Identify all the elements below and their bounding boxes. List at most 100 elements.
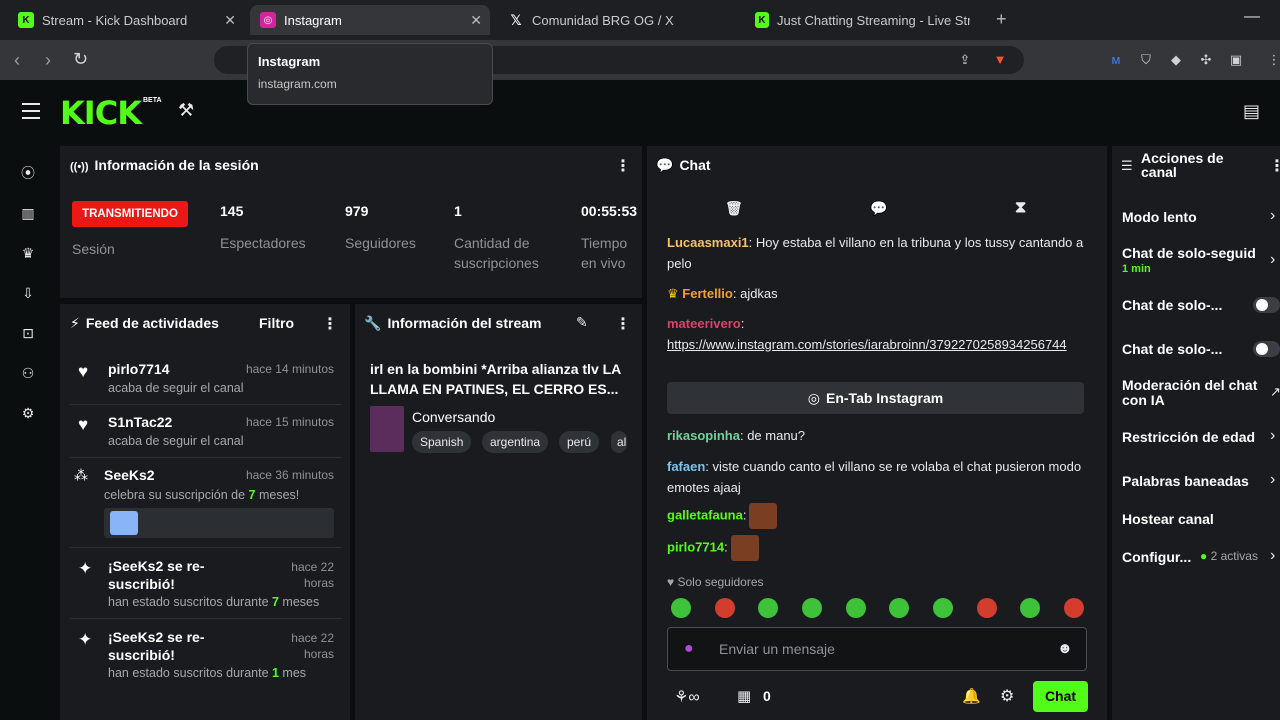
camera-icon[interactable]: ⊡: [19, 324, 37, 342]
followers-only-notice: ♥ Solo seguidores: [667, 575, 764, 589]
new-tab-icon[interactable]: +: [996, 9, 1007, 30]
brave-shield-icon[interactable]: ▼: [992, 52, 1008, 68]
chat-username[interactable]: Lucaasmaxi1: [667, 235, 749, 250]
emote-button[interactable]: [933, 598, 953, 618]
minimize-icon[interactable]: —: [1244, 8, 1260, 26]
emote-image: [730, 535, 759, 561]
bell-icon[interactable]: 🔔: [962, 687, 981, 705]
sidebar-icon[interactable]: ▣: [1228, 52, 1244, 68]
chat-link[interactable]: https://www.instagram.com/stories/iarabr…: [667, 334, 1085, 355]
feed-item-desc: han estado suscritos durante 7 meses: [108, 595, 320, 609]
tab-title: Comunidad BRG OG / X: [532, 12, 674, 28]
menu-icon[interactable]: ⋮: [1266, 52, 1280, 68]
chat-bubble-icon: 💬: [656, 157, 674, 173]
chat-title-row: 💬 Chat: [656, 157, 711, 174]
diamond-icon[interactable]: ◆: [1168, 52, 1184, 68]
message-icon[interactable]: 💬: [870, 200, 887, 217]
emote-button[interactable]: [671, 598, 691, 618]
trash-icon[interactable]: 🗑: [725, 200, 743, 217]
broadcast-icon: ((•)): [70, 161, 89, 173]
followers-only-action[interactable]: Chat de solo-seguid: [1122, 245, 1256, 261]
emote-button[interactable]: [802, 598, 822, 618]
host-channel-action[interactable]: Hostear canal: [1122, 511, 1214, 527]
chat-username[interactable]: mateerivero: [667, 316, 741, 331]
puzzle-icon[interactable]: ✣: [1198, 52, 1214, 68]
chat-message-input[interactable]: ● Enviar un mensaje ☻: [667, 627, 1087, 671]
live-broadcast-icon[interactable]: ⦿: [19, 164, 37, 182]
chat-username[interactable]: fafaen: [667, 459, 705, 474]
category-thumbnail[interactable]: [370, 406, 404, 452]
extension-icon[interactable]: ᴍ: [1108, 52, 1124, 68]
upload-icon[interactable]: ⇩: [19, 284, 37, 302]
emoji-icon[interactable]: ☻: [1057, 640, 1073, 657]
hamburger-menu-icon[interactable]: [22, 103, 40, 124]
chevron-right-icon[interactable]: ›: [1270, 547, 1275, 565]
analytics-icon[interactable]: ▥: [19, 204, 37, 222]
emote-button[interactable]: [758, 598, 778, 618]
infinity-icon[interactable]: ⚘∞: [674, 687, 700, 707]
browser-tab-active[interactable]: ◎ Instagram ✕: [250, 5, 490, 35]
back-icon[interactable]: ‹: [14, 50, 20, 71]
reload-icon[interactable]: ↻: [73, 49, 88, 70]
settings-icon[interactable]: ⚙: [19, 404, 37, 422]
actions-kebab-icon[interactable]: ⋮: [1269, 156, 1280, 176]
tag-chip[interactable]: argentina: [482, 431, 549, 453]
browser-tab[interactable]: 𝕏 Comunidad BRG OG / X: [498, 5, 734, 35]
stream-info-kebab-icon[interactable]: ⋮: [615, 314, 631, 334]
close-icon[interactable]: ✕: [224, 12, 236, 29]
chat-username[interactable]: Fertellio: [682, 286, 733, 301]
slow-mode-action[interactable]: Modo lento: [1122, 209, 1197, 225]
sub-only-toggle[interactable]: [1253, 297, 1280, 313]
tag-chip[interactable]: perú: [559, 431, 600, 453]
emote-button[interactable]: [846, 598, 866, 618]
kick-logo[interactable]: KICK: [60, 94, 142, 132]
gear-icon[interactable]: ⚙: [1000, 686, 1014, 706]
chevron-right-icon[interactable]: ›: [1270, 207, 1275, 225]
close-icon[interactable]: ✕: [470, 12, 482, 29]
tag-chip[interactable]: al: [611, 431, 627, 453]
chevron-right-icon[interactable]: ›: [1270, 427, 1275, 445]
chat-username[interactable]: rikasopinha: [667, 428, 740, 443]
emote-button[interactable]: [977, 598, 997, 618]
divider: [70, 547, 342, 548]
chevron-right-icon[interactable]: ›: [1270, 251, 1275, 269]
feed-title-row: ⚡ Feed de actividades: [70, 315, 219, 332]
shop-icon[interactable]: ▦: [737, 687, 751, 705]
send-chat-button[interactable]: Chat: [1033, 681, 1088, 712]
forward-icon[interactable]: ›: [45, 50, 51, 71]
session-label: Sesión: [72, 241, 115, 257]
tag-chip[interactable]: Spanish: [412, 431, 472, 453]
edit-pencil-icon[interactable]: ✎: [576, 314, 588, 331]
emote-button[interactable]: [1020, 598, 1040, 618]
chevron-right-icon[interactable]: ›: [1270, 471, 1275, 489]
emote-button[interactable]: [715, 598, 735, 618]
users-icon[interactable]: ⚇: [19, 364, 37, 382]
feed-kebab-icon[interactable]: ⋮: [322, 314, 338, 334]
shield-icon[interactable]: ⛉: [1138, 52, 1154, 68]
trophy-icon[interactable]: ♛: [19, 244, 37, 262]
external-icon[interactable]: ↗: [1270, 384, 1280, 400]
store-icon[interactable]: ▤: [1243, 101, 1260, 122]
share-icon[interactable]: ⇪: [957, 52, 973, 68]
feed-item-name: pirlo7714: [108, 361, 170, 377]
emote-only-toggle[interactable]: [1253, 341, 1280, 357]
hammer-icon[interactable]: ⚒: [178, 100, 194, 121]
open-instagram-button[interactable]: ◎ En-Tab Instagram: [667, 382, 1084, 414]
browser-tab[interactable]: K Just Chatting Streaming - Live Stream: [745, 5, 980, 35]
age-restriction-action[interactable]: Restricción de edad: [1122, 429, 1255, 445]
chat-username[interactable]: pirlo7714: [667, 539, 724, 554]
banned-words-action[interactable]: Palabras baneadas: [1122, 473, 1249, 489]
emote-button[interactable]: [889, 598, 909, 618]
emote-button[interactable]: [1064, 598, 1084, 618]
config-action[interactable]: Configur...: [1122, 549, 1191, 565]
session-kebab-icon[interactable]: ⋮: [615, 156, 631, 176]
microphone-icon[interactable]: ●: [684, 640, 694, 658]
category-name[interactable]: Conversando: [412, 409, 495, 425]
browser-tab[interactable]: K Stream - Kick Dashboard ✕: [8, 5, 244, 35]
ai-moderation-action[interactable]: Moderación del chat con IA: [1122, 378, 1260, 408]
chat-username[interactable]: galletafauna: [667, 507, 743, 522]
emote-box: [104, 508, 334, 538]
feed-filter-button[interactable]: Filtro: [259, 315, 294, 331]
hourglass-icon[interactable]: ⧗: [1015, 199, 1026, 217]
x-favicon-icon: 𝕏: [510, 11, 522, 28]
